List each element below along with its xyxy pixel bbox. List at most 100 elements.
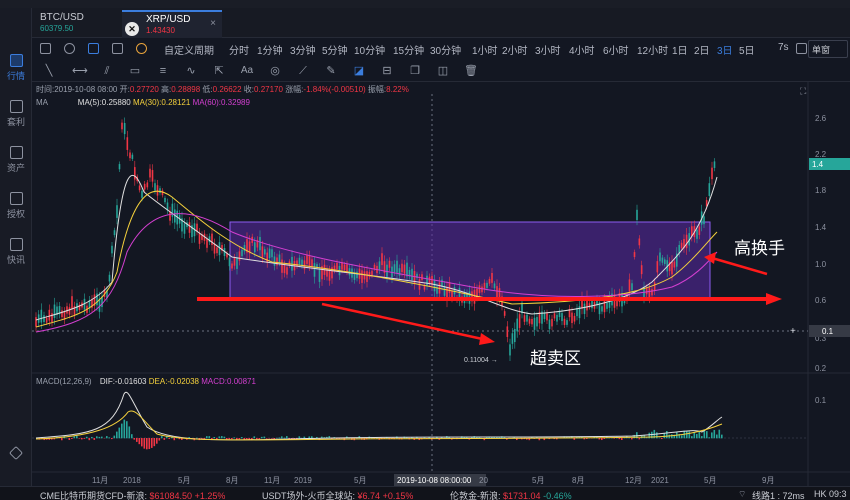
- ma5-value: MA(5):0.25880: [77, 98, 131, 107]
- interval-7[interactable]: 1小时: [472, 42, 498, 57]
- candle-body: [146, 182, 149, 188]
- measure-tool-icon[interactable]: ⟋: [296, 64, 310, 78]
- candle-body: [503, 311, 506, 316]
- sidebar-item-arbitrage[interactable]: 套利: [0, 100, 32, 128]
- interval-1[interactable]: 1分钟: [257, 42, 283, 57]
- interval-13[interactable]: 1日: [672, 42, 688, 57]
- candle-body: [131, 154, 134, 159]
- status-bar: CME比特币期货CFD-新浪: $61084.50 +1.25% USDT场外-…: [0, 486, 850, 500]
- interval-14[interactable]: 2日: [694, 42, 710, 57]
- sidebar-item-assets[interactable]: 资产: [0, 146, 32, 174]
- chart-area[interactable]: 2.6 2.2 1.8 1.4 1.0 0.6 0.3 0.2 0.1 1.4 0.1 + 高换手 超卖区…: [32, 82, 850, 486]
- delete-tool-icon[interactable]: 🗑: [464, 64, 478, 78]
- add-indicator-icon[interactable]: [40, 43, 51, 54]
- interval-10[interactable]: 4小时: [569, 42, 595, 57]
- draw-icon[interactable]: [88, 43, 99, 54]
- ohlc-readout: 时间:2019-10-08 08:00 开:0.27720 高:0.28898 …: [36, 84, 409, 95]
- interval-8[interactable]: 2小时: [502, 42, 528, 57]
- price-tick-label: 0.1: [815, 396, 827, 405]
- wave-tool-icon[interactable]: ∿: [184, 64, 198, 78]
- refresh-rate[interactable]: 7s: [778, 42, 789, 53]
- interval-6[interactable]: 30分钟: [430, 42, 461, 57]
- macd-histogram-bar: [86, 436, 88, 439]
- interval-2[interactable]: 3分钟: [290, 42, 316, 57]
- candle-body: [356, 271, 358, 279]
- close-icon[interactable]: ×: [210, 18, 216, 29]
- arrow-icon[interactable]: [796, 43, 807, 54]
- connection-line[interactable]: 线路1 : 72ms: [752, 489, 805, 500]
- macd-histogram-bar: [123, 419, 126, 439]
- interval-3[interactable]: 5分钟: [322, 42, 348, 57]
- macd-histogram-bar: [76, 436, 78, 439]
- magnet-tool-icon[interactable]: ◎: [268, 64, 282, 78]
- candle-body: [393, 264, 396, 273]
- interval-5[interactable]: 15分钟: [393, 42, 424, 57]
- candle-body: [241, 249, 243, 257]
- hide-tool-icon[interactable]: ◫: [436, 64, 450, 78]
- save-icon[interactable]: [112, 43, 123, 54]
- interval-15[interactable]: 3日: [717, 42, 733, 57]
- macd-histogram-bar: [61, 438, 63, 441]
- interval-12[interactable]: 12小时: [637, 42, 668, 57]
- tab-price: 60379.50: [40, 24, 74, 33]
- interval-4[interactable]: 10分钟: [354, 42, 385, 57]
- line-tool-icon[interactable]: ╲: [42, 64, 56, 78]
- candle-body: [703, 216, 705, 225]
- copy-tool-icon[interactable]: ❐: [408, 64, 422, 78]
- candle-body: [606, 302, 608, 309]
- text-tool-icon[interactable]: Aa: [240, 64, 254, 78]
- sidebar-item-diamond[interactable]: [0, 445, 32, 461]
- interval-0[interactable]: 分时: [229, 42, 249, 57]
- macd-histogram-bar: [233, 437, 236, 439]
- macd-histogram-bar: [68, 438, 71, 441]
- interval-9[interactable]: 3小时: [535, 42, 561, 57]
- candle-body: [553, 313, 556, 319]
- interval-16[interactable]: 5日: [739, 42, 755, 57]
- settings-icon[interactable]: [64, 43, 75, 54]
- ohlc-high-label: 高:: [161, 85, 172, 94]
- custom-period-button[interactable]: 自定义周期: [164, 42, 214, 57]
- sidebar-item-auth[interactable]: 授权: [0, 192, 32, 220]
- candle-body: [551, 318, 553, 327]
- macd-histogram-bar: [278, 437, 281, 439]
- macd-histogram-bar: [661, 438, 663, 440]
- clock-icon[interactable]: [136, 43, 147, 54]
- macd-histogram-bar: [91, 436, 93, 439]
- ticker-gold[interactable]: 伦敦金-新浪: $1731.04 -0.46%: [450, 489, 572, 500]
- pattern-tool-icon[interactable]: ◪: [352, 64, 366, 78]
- ohlc-close-label: 收:: [243, 85, 255, 94]
- hline-tool-icon[interactable]: ⟷: [72, 64, 88, 78]
- candle-body: [273, 256, 276, 266]
- fib-tool-icon[interactable]: ✎: [324, 64, 338, 78]
- macd-histogram-bar: [226, 438, 228, 440]
- ticker-change: -0.46%: [543, 491, 572, 500]
- candle-body: [278, 254, 281, 263]
- candle-body: [401, 263, 403, 273]
- candle-body: [378, 261, 381, 270]
- candle-body: [331, 267, 333, 279]
- channel-tool-icon[interactable]: ≡: [156, 64, 170, 78]
- price-chart[interactable]: 2.62.21.81.41.00.60.30.20.11.40.1+高换手超卖区…: [32, 82, 850, 486]
- macd-histogram-bar: [146, 438, 148, 450]
- ticker-cme[interactable]: CME比特币期货CFD-新浪: $61084.50 +1.25%: [40, 489, 225, 500]
- sidebar-item-quotes[interactable]: 行情: [0, 54, 32, 82]
- candle-body: [286, 267, 288, 275]
- macd-histogram-bar: [208, 436, 211, 439]
- ticker-change: +1.25%: [194, 491, 226, 500]
- lock-tool-icon[interactable]: ⊟: [380, 64, 394, 78]
- sidebar-item-label: 套利: [6, 117, 25, 127]
- rect-tool-icon[interactable]: ▭: [128, 64, 142, 78]
- candle-body: [368, 271, 371, 277]
- candle-body: [696, 229, 698, 239]
- macd-histogram-bar: [716, 434, 718, 439]
- macd-dea: DEA:-0.02038: [148, 377, 200, 386]
- candle-body: [638, 238, 641, 246]
- single-window-button[interactable]: 单窗: [808, 40, 848, 58]
- interval-11[interactable]: 6小时: [603, 42, 629, 57]
- arrow-tool-icon[interactable]: ⇱: [212, 64, 226, 78]
- tab-btc[interactable]: BTC/USD 60379.50: [36, 10, 116, 38]
- ohlc-high: 0.28898: [171, 85, 201, 94]
- ticker-usdt[interactable]: USDT场外-火币全球站: ¥6.74 +0.15%: [262, 489, 413, 500]
- ray-tool-icon[interactable]: ⫽: [100, 64, 114, 78]
- sidebar-item-news[interactable]: 快讯: [0, 238, 32, 266]
